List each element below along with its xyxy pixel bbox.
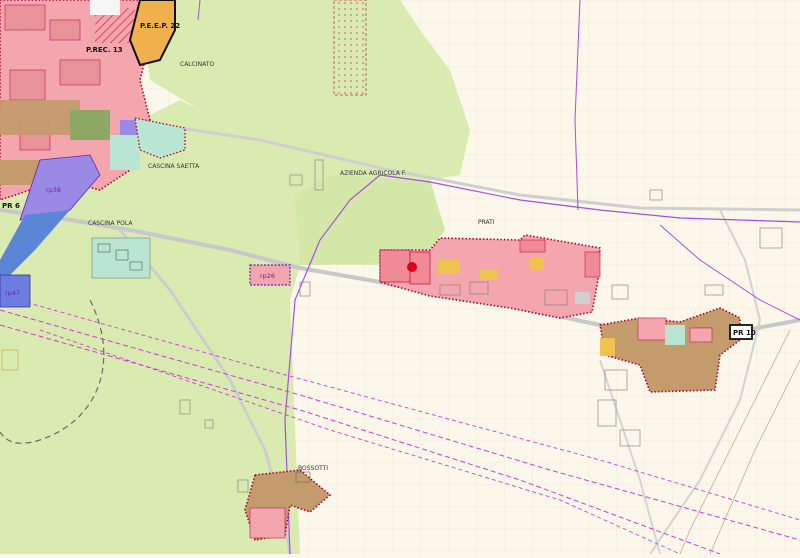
label-rp38: rp38 <box>46 186 61 194</box>
cascina-pola-buildings <box>91 237 151 279</box>
label-cascina-saetta: CASCINA SAETTA <box>148 163 200 170</box>
label-rp47: rp47 <box>5 289 20 297</box>
label-prec: P.REC. 13 <box>86 46 123 54</box>
label-azienda-agricola: AZIENDA AGRICOLA F. <box>340 170 406 177</box>
zoning-map[interactable]: CALCINATO CASCINA SAETTA AZIENDA AGRICOL… <box>0 0 800 555</box>
label-pr6: PR 6 <box>2 202 20 210</box>
label-peep: P.E.E.P. 22 <box>140 22 180 30</box>
label-calcinato: CALCINATO <box>180 61 214 68</box>
label-cascina-pola: CASCINA POLA <box>88 220 133 227</box>
label-pr10: PR 10 <box>733 329 756 337</box>
label-prati: PRATI <box>478 219 495 226</box>
hatched-area-north <box>333 0 367 96</box>
map-canvas: CALCINATO CASCINA SAETTA AZIENDA AGRICOL… <box>0 0 800 555</box>
label-bossotti: BOSSOTTI <box>298 465 328 472</box>
label-rp26: rp26 <box>260 272 275 280</box>
location-marker <box>407 262 417 272</box>
